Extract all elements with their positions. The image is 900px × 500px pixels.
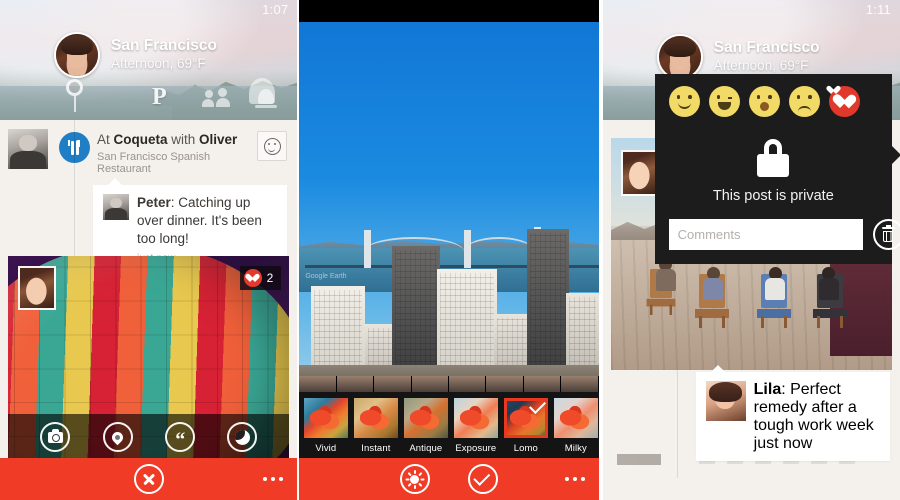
comments-input[interactable] <box>668 219 863 250</box>
phone-screen-feed: 1:07 San Francisco Afternoon, 69°F P At … <box>0 0 298 500</box>
phone-screen-filters: Google Earth Vivid Instant Antique Expos… <box>299 0 599 500</box>
lock-large-icon <box>757 139 790 177</box>
comment-author-thumb <box>705 381 746 421</box>
comment-author: Lila <box>753 381 782 398</box>
hero-icon-row: P <box>0 79 297 112</box>
location-icon[interactable] <box>102 422 133 452</box>
camera-icon[interactable] <box>40 422 71 452</box>
like-count: 2 <box>266 271 274 285</box>
bell-icon[interactable] <box>255 89 277 108</box>
post-person: Oliver <box>199 132 238 147</box>
comment-timestamp: just now <box>753 435 813 452</box>
post-photo-balloon[interactable]: 2 “ <box>8 256 290 460</box>
emoji-wink-laugh[interactable] <box>708 86 740 117</box>
filter-label: Antique <box>409 443 443 454</box>
filter-vivid[interactable]: Vivid <box>302 398 349 454</box>
weather-subtitle: Afternoon, 69°F <box>713 58 809 74</box>
hero-user-block[interactable]: San Francisco Afternoon, 69°F <box>54 32 217 78</box>
city-skyline <box>299 222 599 392</box>
post-title: At Coqueta with Oliver <box>97 132 250 149</box>
heart-icon <box>243 269 262 287</box>
photo-watermark: Google Earth <box>305 273 347 280</box>
photo-filmstrip <box>299 376 599 392</box>
emoji-surprised[interactable] <box>748 86 780 117</box>
confirm-button[interactable] <box>467 464 498 494</box>
filter-milky[interactable]: Milky <box>552 398 598 454</box>
more-button[interactable] <box>564 477 585 481</box>
post-title-prefix: At <box>97 132 114 147</box>
next-post-thumb <box>616 454 661 465</box>
post-place: Coqueta <box>113 132 168 147</box>
smiley-icon[interactable] <box>257 131 288 161</box>
emoji-sad[interactable] <box>788 86 820 117</box>
location-title: San Francisco <box>111 36 217 54</box>
post-author-thumb <box>8 129 48 169</box>
location-title: San Francisco <box>713 38 820 56</box>
comment-bubble-right: Lila: Perfect remedy after a tough work … <box>695 365 890 461</box>
post-header-row[interactable]: At Coqueta with Oliver San Francisco Spa… <box>0 120 297 175</box>
brightness-icon <box>405 469 425 489</box>
more-button[interactable] <box>263 477 284 481</box>
screenshot-stage: 1:07 San Francisco Afternoon, 69°F P At … <box>0 0 900 500</box>
moon-icon[interactable] <box>227 422 258 452</box>
pinterest-icon[interactable]: P <box>152 85 167 109</box>
comment-author-thumb <box>103 193 129 220</box>
photo-avatar <box>620 150 659 196</box>
filter-instant[interactable]: Instant <box>352 398 399 454</box>
comment-text: Lila: Perfect remedy after a tough work … <box>754 381 880 435</box>
private-post-overlay: This post is private <box>654 74 900 264</box>
photo-avatar <box>18 266 56 310</box>
privacy-message: This post is private <box>712 188 834 204</box>
bottom-app-bar <box>0 458 298 500</box>
filter-label: Milky <box>564 443 587 454</box>
quote-icon[interactable]: “ <box>164 422 195 452</box>
post-subtitle: San Francisco Spanish Restaurant <box>97 150 211 175</box>
weather-subtitle: Afternoon, 69°F <box>111 56 206 72</box>
photo-action-strip: “ <box>8 414 290 460</box>
comment-text: Peter: Catching up over dinner. It's bee… <box>137 194 277 247</box>
filter-strip: Vivid Instant Antique Exposure Lomo Milk… <box>299 392 599 458</box>
emoji-heart[interactable] <box>828 86 860 117</box>
feed-hero-header: 1:07 San Francisco Afternoon, 69°F P <box>0 0 298 120</box>
comment-compose-row <box>668 219 900 250</box>
bottom-app-bar-mid <box>299 458 599 500</box>
filter-label: Exposure <box>455 443 497 454</box>
people-icon[interactable] <box>202 88 230 107</box>
filter-antique[interactable]: Antique <box>402 398 449 454</box>
phone-screen-private-post: 1:11 San Francisco Afternoon, 69°F This … <box>602 0 900 500</box>
filter-label: Instant <box>361 443 391 454</box>
post-title-middle: with <box>167 132 200 147</box>
adjust-button[interactable] <box>399 464 430 494</box>
filter-lomo[interactable]: Lomo <box>502 398 549 454</box>
close-button[interactable] <box>133 464 164 494</box>
delete-button[interactable] <box>872 219 900 250</box>
emoji-smile[interactable] <box>668 86 700 117</box>
reaction-picker <box>668 86 878 117</box>
filter-label: Vivid <box>315 443 337 454</box>
feed-bottom-spacer <box>602 478 900 500</box>
filter-exposure[interactable]: Exposure <box>452 398 499 454</box>
map-pin-icon[interactable] <box>66 79 83 112</box>
like-badge[interactable]: 2 <box>239 266 282 290</box>
avatar[interactable] <box>54 32 100 78</box>
comment-author: Peter <box>137 194 171 210</box>
check-icon <box>473 468 491 486</box>
status-bar-mid <box>299 0 598 22</box>
trash-icon <box>881 224 895 242</box>
filter-label: Lomo <box>513 443 538 454</box>
photo-preview-bridge[interactable]: Google Earth <box>299 22 599 392</box>
